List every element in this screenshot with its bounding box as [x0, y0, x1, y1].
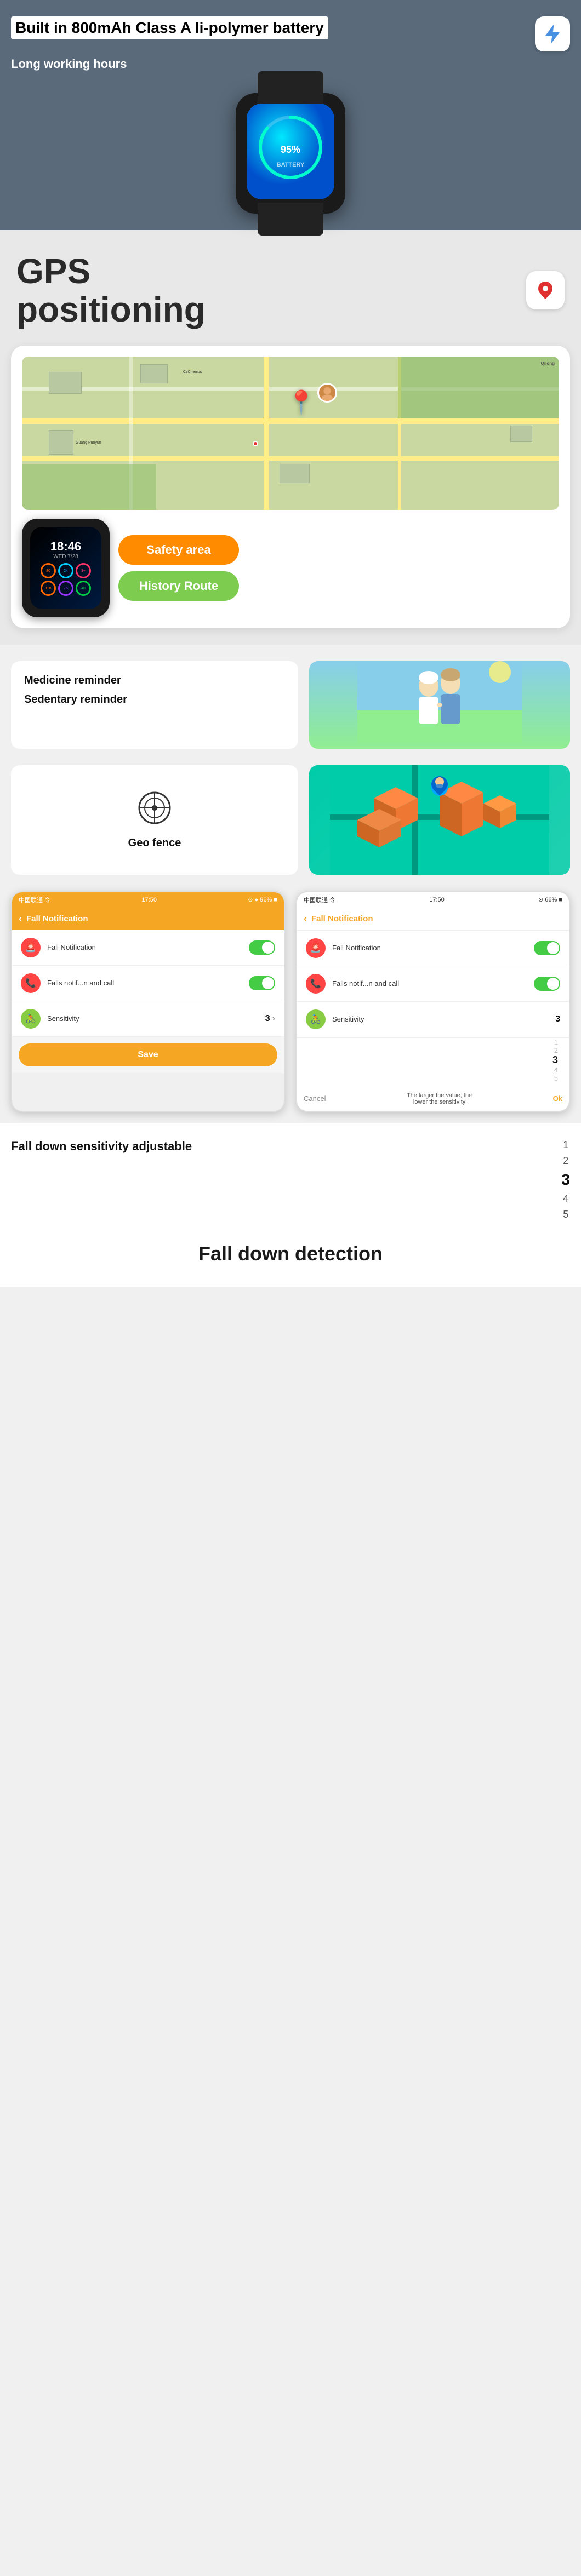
location-pin-icon	[534, 279, 556, 301]
geo-fence-label: Geo fence	[128, 837, 181, 850]
sensitivity-value-left: 3	[265, 1014, 270, 1024]
falls-call-label-right: Falls notif...n and call	[332, 979, 399, 988]
lightning-icon	[543, 24, 562, 44]
falls-call-row: 📞 Falls notif...n and call	[12, 966, 284, 1001]
fall-notification-section: 中国联通 令 17:50 ⊙ ● 96% ■ ‹ Fall Notificati…	[0, 886, 581, 1123]
num-1[interactable]: 1	[554, 1038, 558, 1046]
battery-icon-wrap	[535, 16, 570, 51]
num-item-2[interactable]: 2	[563, 1155, 568, 1167]
num-item-3-active[interactable]: 3	[561, 1171, 570, 1189]
fall-detection-section: Fall down detection	[0, 1231, 581, 1287]
map-visual: 📍 Qilong CzChenius Guang Puoyun	[22, 357, 559, 510]
medicine-section: Medicine reminder Sedentary reminder	[0, 645, 581, 765]
map-section: 📍 Qilong CzChenius Guang Puoyun	[0, 340, 581, 645]
couple-image	[309, 661, 570, 749]
status-battery-left: ⊙ ● 96% ■	[248, 896, 277, 903]
phone-screen-right: 中国联通 令 17:50 ⊙ 66% ■ ‹ Fall Notification…	[296, 891, 570, 1112]
medicine-reminder: Medicine reminder	[24, 674, 285, 687]
sensitivity-section: Fall down sensitivity adjustable 1 2 3 4…	[0, 1123, 581, 1231]
phone-header-left: ‹ Fall Notification	[12, 908, 284, 930]
fall-notification-title-left: Fall Notification	[26, 914, 88, 923]
num-5[interactable]: 5	[554, 1074, 558, 1082]
geo-fence-section: Geo fence	[0, 765, 581, 886]
sensitivity-value-right: 3	[555, 1014, 560, 1024]
chevron-right-icon: ›	[272, 1014, 275, 1024]
status-time-right: 17:50	[429, 897, 445, 903]
battery-title: Built in 800mAh Class A li-polymer batte…	[11, 16, 328, 39]
fall-notification-icon: 🚨	[21, 938, 41, 957]
fall-notification-toggle-right[interactable]	[534, 941, 560, 955]
gps-title: GPS positioning	[16, 252, 206, 329]
phone-screen-left: 中国联通 令 17:50 ⊙ ● 96% ■ ‹ Fall Notificati…	[11, 891, 285, 1112]
num-item-1[interactable]: 1	[563, 1139, 568, 1151]
sensitivity-number-list: 1 2 3 4 5	[561, 1139, 570, 1220]
sensitivity-label-right: Sensitivity	[332, 1015, 364, 1023]
fall-notification-label-right: Fall Notification	[332, 944, 381, 952]
watch-small: 18:46 WED 7/28 80 24 3+ 118 76 48	[22, 519, 110, 617]
gps-title-line1: GPS	[16, 252, 206, 290]
num-3[interactable]: 3	[552, 1054, 558, 1066]
num-2[interactable]: 2	[554, 1046, 558, 1054]
num-4[interactable]: 4	[554, 1066, 558, 1074]
fall-notification-row-right: 🚨 Fall Notification	[297, 931, 569, 966]
sensitivity-popup: 1 2 3 4 5 Cancel The larger the value, t…	[297, 1037, 569, 1111]
status-battery-right: ⊙ 66% ■	[538, 896, 562, 903]
phone-header-right: ‹ Fall Notification	[297, 908, 569, 931]
fall-notification-icon-right: 🚨	[306, 938, 326, 958]
geo-fence-icon	[137, 790, 172, 833]
sedentary-reminder: Sedentary reminder	[24, 693, 285, 706]
watch-time: 18:46	[50, 540, 81, 554]
falls-call-label: Falls notif...n and call	[47, 979, 114, 987]
sensitivity-row[interactable]: 🚴 Sensitivity 3 ›	[12, 1001, 284, 1037]
back-icon-left[interactable]: ‹	[19, 913, 22, 925]
geo-fence-map	[309, 765, 570, 875]
status-carrier-right: 中国联通 令	[304, 896, 335, 904]
cancel-button[interactable]: Cancel	[304, 1094, 326, 1103]
geo-city-illustration	[330, 765, 549, 875]
geo-fence-left: Geo fence	[11, 765, 298, 875]
call-icon-right: 📞	[306, 974, 326, 994]
phone-status-bar-right: 中国联通 令 17:50 ⊙ 66% ■	[297, 892, 569, 908]
svg-text:BATTERY: BATTERY	[277, 162, 305, 168]
history-route-button[interactable]: History Route	[118, 571, 239, 601]
safety-area-button[interactable]: Safety area	[118, 535, 239, 565]
sensitivity-left-panel: Fall down sensitivity adjustable	[11, 1139, 539, 1164]
couple-illustration	[357, 661, 522, 743]
medicine-reminders: Medicine reminder Sedentary reminder	[11, 661, 298, 749]
status-carrier-left: 中国联通 令	[19, 896, 50, 904]
status-time-left: 17:50	[141, 897, 157, 903]
fall-notification-title-right: Fall Notification	[311, 914, 373, 923]
sensitivity-label: Sensitivity	[47, 1014, 79, 1023]
num-item-4[interactable]: 4	[563, 1193, 568, 1204]
watch-illustration: 95% BATTERY	[203, 77, 378, 230]
sensitivity-row-right: 🚴 Sensitivity 3	[297, 1002, 569, 1037]
save-button[interactable]: Save	[19, 1043, 277, 1066]
sensitivity-icon: 🚴	[21, 1009, 41, 1029]
sensitivity-title: Fall down sensitivity adjustable	[11, 1139, 539, 1154]
fall-detection-title: Fall down detection	[11, 1242, 570, 1265]
svg-text:95%: 95%	[281, 144, 300, 155]
fall-notification-label: Fall Notification	[47, 943, 96, 951]
battery-section: Built in 800mAh Class A li-polymer batte…	[0, 0, 581, 230]
call-icon: 📞	[21, 973, 41, 993]
num-item-5[interactable]: 5	[563, 1209, 568, 1220]
phone-status-bar-left: 中国联通 令 17:50 ⊙ ● 96% ■	[12, 892, 284, 908]
popup-note: The larger the value, the lower the sens…	[407, 1092, 472, 1105]
falls-call-toggle[interactable]	[249, 976, 275, 990]
gps-title-line2: positioning	[16, 290, 206, 329]
fall-notification-toggle[interactable]	[249, 940, 275, 955]
watch-date: WED 7/28	[53, 554, 78, 560]
user-avatar	[317, 383, 337, 403]
gps-section: GPS positioning	[0, 230, 581, 340]
map-pin-icon: 📍	[287, 389, 315, 416]
battery-subtitle: Long working hours	[11, 57, 570, 71]
sensitivity-icon-right: 🚴	[306, 1009, 326, 1029]
falls-call-toggle-right[interactable]	[534, 977, 560, 991]
falls-call-row-right: 📞 Falls notif...n and call	[297, 966, 569, 1002]
fall-notification-row: 🚨 Fall Notification	[12, 930, 284, 966]
gps-icon-wrap	[526, 271, 565, 309]
back-icon-right[interactable]: ‹	[304, 913, 307, 925]
ok-button[interactable]: Ok	[553, 1094, 562, 1103]
